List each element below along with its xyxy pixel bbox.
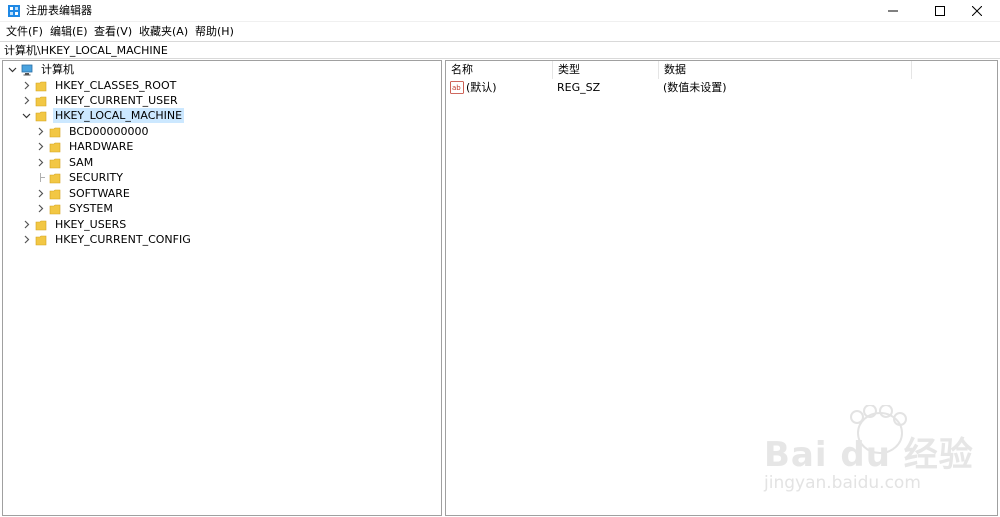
folder-icon — [35, 81, 47, 91]
expand-arrow-icon[interactable] — [21, 235, 31, 245]
tree-label[interactable]: SYSTEM — [67, 201, 115, 216]
values-pane[interactable]: 名称 类型 数据 ab (默认) REG_SZ (数值未设置) — [445, 60, 998, 516]
folder-icon — [35, 235, 47, 245]
tree-label[interactable]: BCD00000000 — [67, 124, 151, 139]
value-name[interactable]: (默认) — [466, 79, 497, 96]
minimize-icon — [888, 10, 898, 12]
expand-arrow-icon[interactable] — [35, 127, 45, 137]
column-header-name[interactable]: 名称 — [446, 61, 553, 79]
tree-label[interactable]: HKEY_CURRENT_USER — [53, 93, 180, 108]
expand-arrow-icon[interactable] — [35, 189, 45, 199]
tree-label-computer[interactable]: 计算机 — [39, 62, 76, 77]
expand-arrow-icon[interactable] — [21, 96, 31, 106]
menu-favorites[interactable]: 收藏夹(A) — [139, 25, 188, 38]
tree-label[interactable]: HKEY_USERS — [53, 217, 128, 232]
tree-item-hkey-current-user[interactable]: HKEY_CURRENT_USER — [21, 93, 180, 108]
tree-item-hkey-classes-root[interactable]: HKEY_CLASSES_ROOT — [21, 78, 178, 93]
svg-text:ab: ab — [452, 84, 461, 92]
folder-icon — [49, 127, 61, 137]
table-row[interactable]: ab (默认) REG_SZ (数值未设置) — [446, 79, 999, 96]
folder-icon — [49, 189, 61, 199]
tree-item-software[interactable]: SOFTWARE — [35, 186, 132, 201]
folder-icon — [35, 220, 47, 230]
tree-root[interactable]: 计算机 — [7, 62, 76, 77]
computer-icon — [21, 64, 33, 75]
tree-label[interactable]: HARDWARE — [67, 139, 135, 154]
string-value-icon: ab — [450, 81, 464, 94]
tree-label[interactable]: HKEY_CLASSES_ROOT — [53, 78, 178, 93]
close-button[interactable] — [954, 0, 1000, 22]
folder-icon — [35, 96, 47, 106]
menu-file[interactable]: 文件(F) — [6, 25, 43, 38]
collapse-arrow-icon[interactable] — [21, 111, 31, 121]
expand-arrow-icon[interactable] — [35, 142, 45, 152]
open-folder-icon — [35, 111, 47, 121]
tree-item-sam[interactable]: SAM — [35, 155, 95, 170]
value-type: REG_SZ — [557, 81, 601, 94]
tree-label[interactable]: HKEY_CURRENT_CONFIG — [53, 232, 193, 247]
address-path[interactable]: 计算机\HKEY_LOCAL_MACHINE — [4, 44, 168, 57]
folder-icon — [49, 142, 61, 152]
window-title: 注册表编辑器 — [26, 4, 92, 17]
tree-pane[interactable]: 计算机 HKEY_CLASSES_ROOT HKEY_CURRENT_USER … — [2, 60, 442, 516]
folder-icon — [49, 204, 61, 214]
tree-label[interactable]: SAM — [67, 155, 95, 170]
tree-connector-line — [35, 173, 45, 183]
menu-bar: 文件(F) 编辑(E) 查看(V) 收藏夹(A) 帮助(H) — [0, 22, 1000, 41]
column-header-data[interactable]: 数据 — [659, 61, 912, 79]
tree-item-bcd[interactable]: BCD00000000 — [35, 124, 151, 139]
tree-label[interactable]: SOFTWARE — [67, 186, 132, 201]
collapse-arrow-icon[interactable] — [7, 65, 17, 75]
expand-arrow-icon[interactable] — [35, 158, 45, 168]
tree-label[interactable]: SECURITY — [67, 170, 125, 185]
maximize-icon — [935, 6, 945, 16]
tree-item-system[interactable]: SYSTEM — [35, 201, 115, 216]
title-bar: 注册表编辑器 — [0, 0, 1000, 22]
tree-item-hkey-local-machine[interactable]: HKEY_LOCAL_MACHINE — [21, 108, 185, 123]
menu-view[interactable]: 查看(V) — [94, 25, 132, 38]
tree-item-hkey-users[interactable]: HKEY_USERS — [21, 217, 128, 232]
folder-icon — [49, 173, 61, 183]
tree-item-hardware[interactable]: HARDWARE — [35, 139, 135, 154]
menu-help[interactable]: 帮助(H) — [195, 25, 234, 38]
registry-editor-icon — [8, 5, 20, 17]
folder-icon — [49, 158, 61, 168]
tree-label-selected[interactable]: HKEY_LOCAL_MACHINE — [53, 108, 185, 123]
expand-arrow-icon[interactable] — [21, 81, 31, 91]
menu-edit[interactable]: 编辑(E) — [50, 25, 88, 38]
tree-item-security[interactable]: SECURITY — [35, 170, 125, 185]
address-bar[interactable]: 计算机\HKEY_LOCAL_MACHINE — [0, 41, 1000, 59]
expand-arrow-icon[interactable] — [35, 204, 45, 214]
close-icon — [972, 6, 982, 16]
value-data: (数值未设置) — [663, 81, 727, 94]
tree-item-hkey-current-config[interactable]: HKEY_CURRENT_CONFIG — [21, 232, 193, 247]
column-header-type[interactable]: 类型 — [553, 61, 659, 79]
expand-arrow-icon[interactable] — [21, 220, 31, 230]
minimize-button[interactable] — [870, 0, 916, 22]
